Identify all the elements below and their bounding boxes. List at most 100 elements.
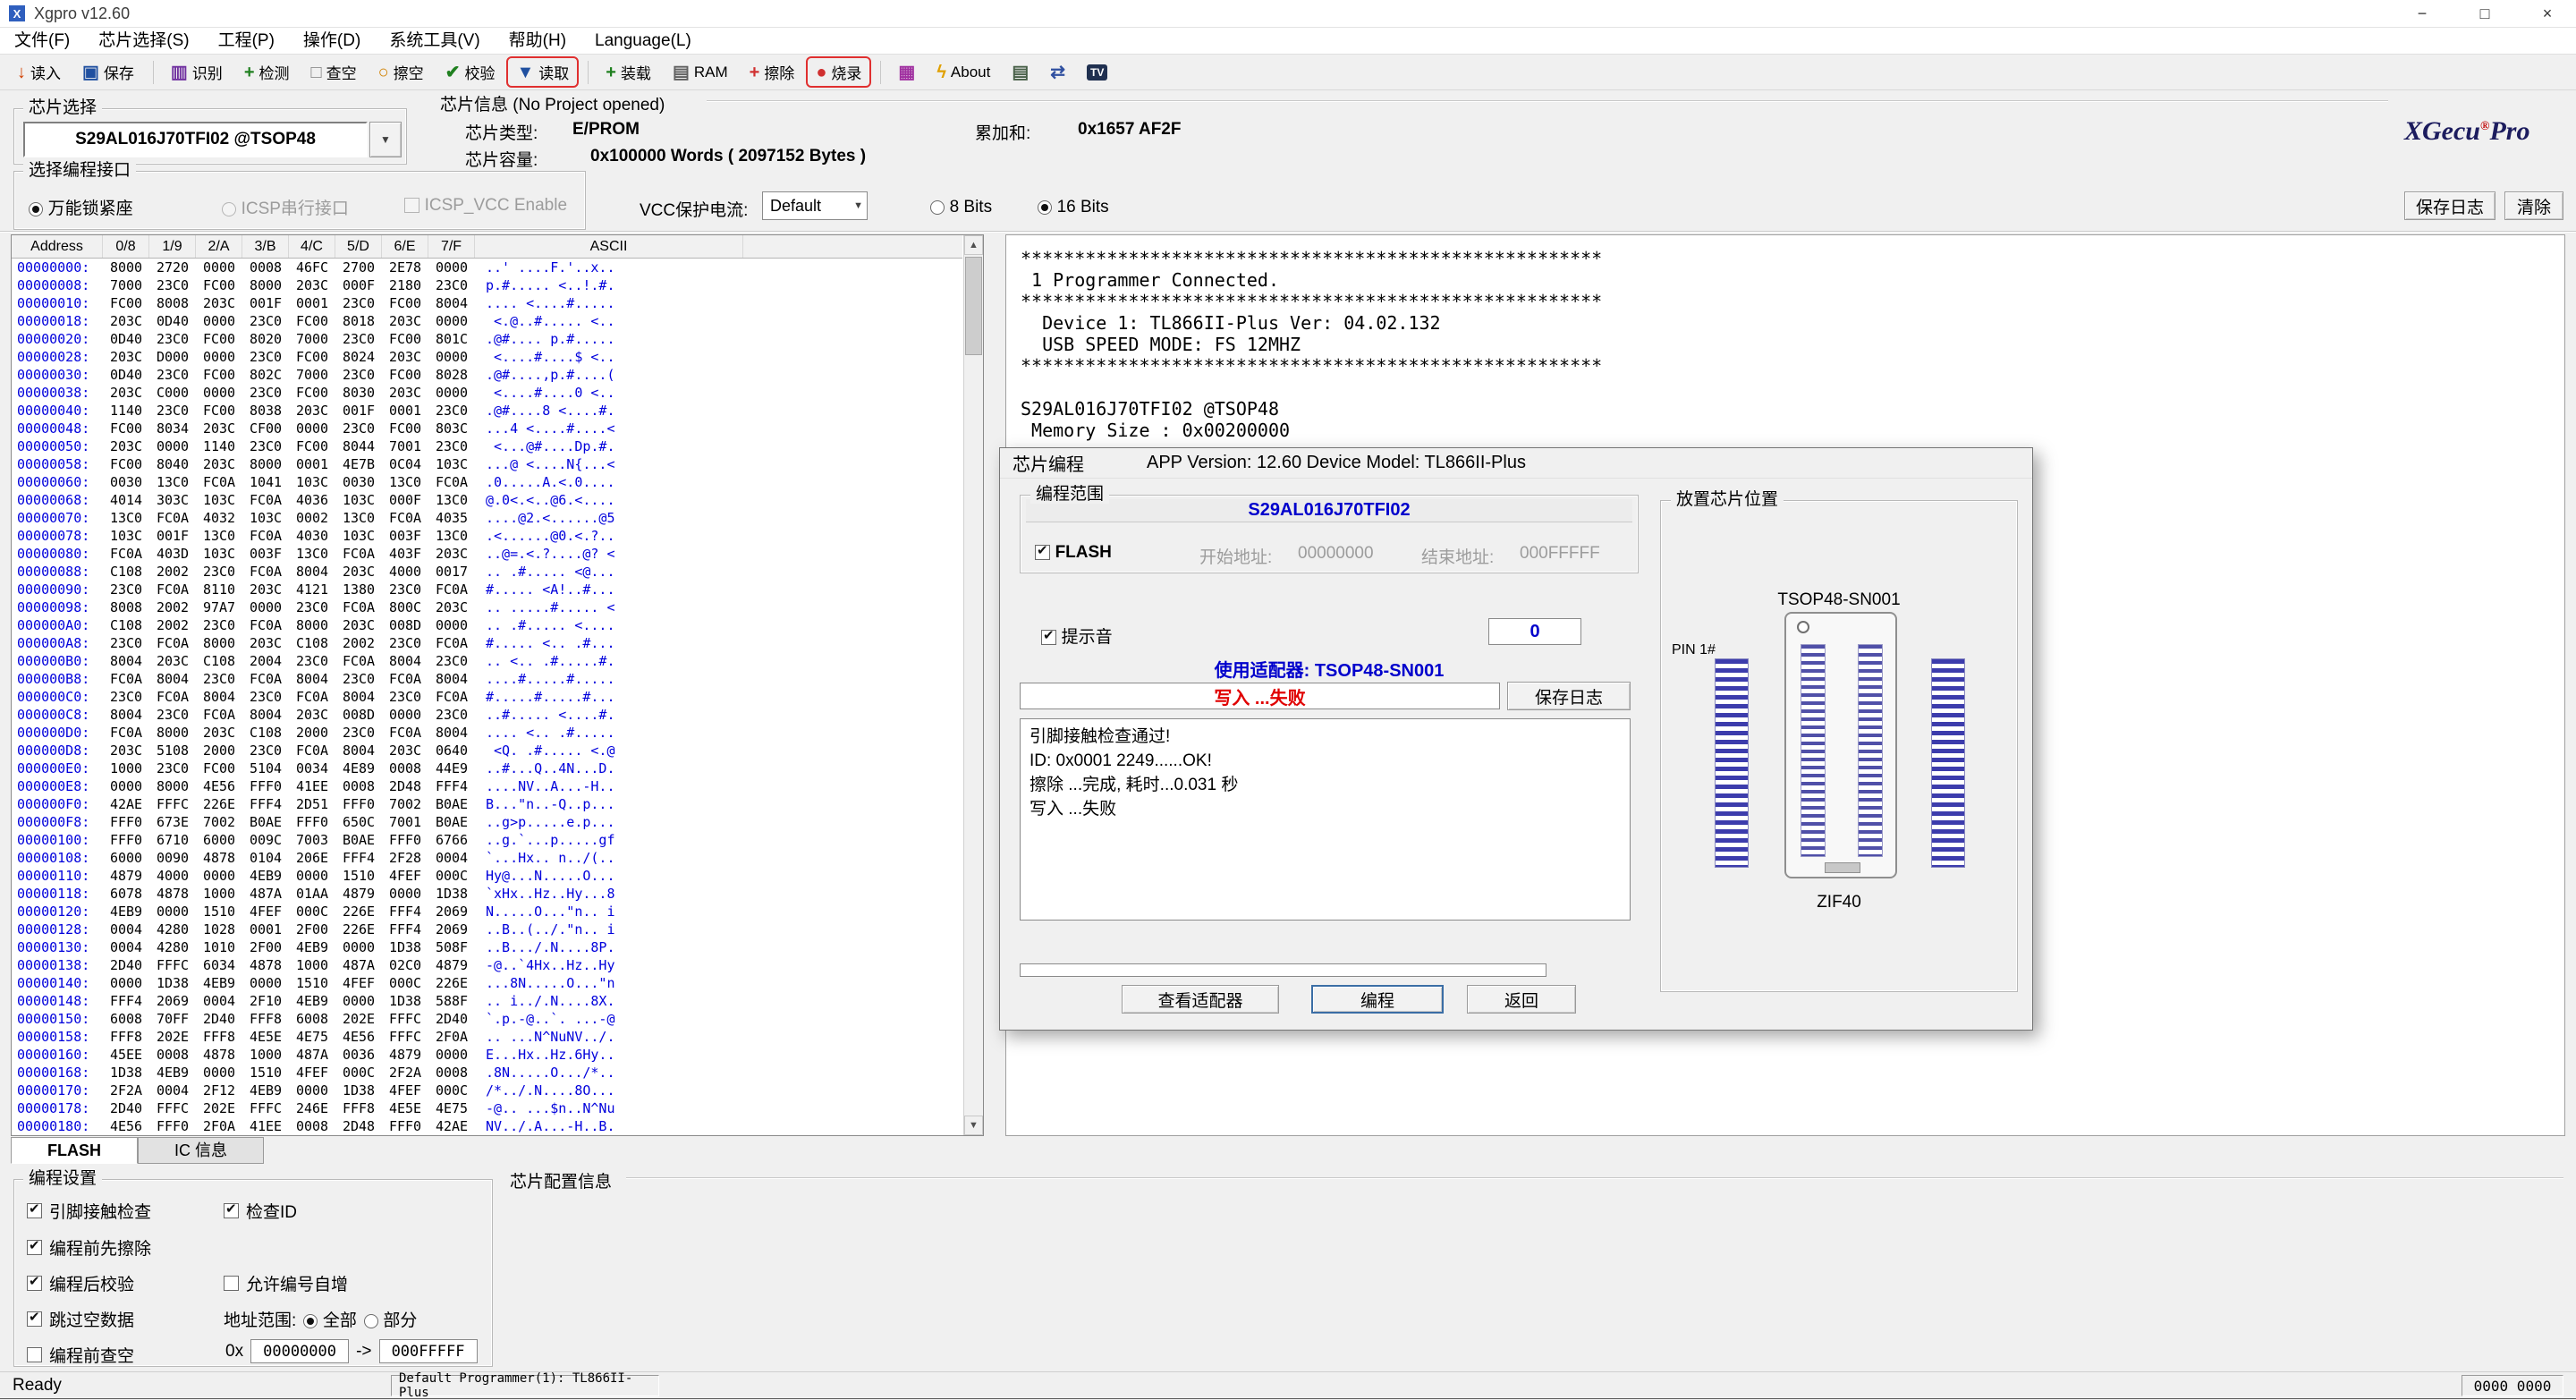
hex-cell[interactable]: 23C0 <box>242 742 289 759</box>
menu-item-chip-select[interactable]: 芯片选择(S) <box>84 28 203 55</box>
hex-cell[interactable]: FFF0 <box>103 813 149 831</box>
hex-cell[interactable]: 0000 <box>196 259 242 276</box>
hex-cell[interactable]: 1510 <box>242 1064 289 1082</box>
hex-cell[interactable]: 6008 <box>289 1010 335 1028</box>
hex-cell[interactable]: FFF0 <box>335 795 382 813</box>
hex-cell[interactable]: 0000 <box>428 348 475 366</box>
hex-cell[interactable]: 2D40 <box>196 1010 242 1028</box>
hex-cell[interactable]: 0004 <box>149 1082 196 1099</box>
hex-cell[interactable]: 8110 <box>196 581 242 598</box>
hex-cell[interactable]: 4879 <box>428 956 475 974</box>
hex-cell[interactable]: 0036 <box>335 1046 382 1064</box>
hex-cell[interactable]: FC0A <box>428 688 475 706</box>
hex-cell[interactable]: 203C <box>242 634 289 652</box>
hex-cell[interactable]: 23C0 <box>428 437 475 455</box>
hex-cell[interactable]: 0000 <box>103 777 149 795</box>
hex-cell[interactable]: 000C <box>335 1064 382 1082</box>
hex-cell[interactable]: FC0A <box>242 563 289 581</box>
hex-cell[interactable]: 45EE <box>103 1046 149 1064</box>
menu-item-file[interactable]: 文件(F) <box>0 28 84 55</box>
hex-cell[interactable]: 203C <box>289 276 335 294</box>
hex-cell[interactable]: 7001 <box>382 813 428 831</box>
hex-cell[interactable]: 2720 <box>149 259 196 276</box>
hex-cell[interactable]: FFF0 <box>382 831 428 849</box>
toolbar-ram-button[interactable]: ▤RAM <box>663 58 738 87</box>
hex-cell[interactable]: 1028 <box>196 921 242 938</box>
hex-cell[interactable]: 4FEF <box>242 903 289 921</box>
hex-cell[interactable]: 13C0 <box>335 509 382 527</box>
hex-cell[interactable]: 4E89 <box>335 759 382 777</box>
hex-cell[interactable]: 103C <box>428 455 475 473</box>
hex-cell[interactable]: 0000 <box>103 974 149 992</box>
toolbar-load-button[interactable]: +装载 <box>596 56 661 88</box>
hex-cell[interactable]: 2D40 <box>428 1010 475 1028</box>
hex-cell[interactable]: 802C <box>242 366 289 384</box>
hex-cell[interactable]: 202E <box>196 1099 242 1117</box>
hex-cell[interactable]: D000 <box>149 348 196 366</box>
hex-cell[interactable]: FC00 <box>289 348 335 366</box>
hex-cell[interactable]: 41EE <box>289 777 335 795</box>
hex-cell[interactable]: 103C <box>242 509 289 527</box>
hex-cell[interactable]: 000C <box>382 974 428 992</box>
hex-cell[interactable]: 97A7 <box>196 598 242 616</box>
hex-cell[interactable]: B0AE <box>428 795 475 813</box>
hex-cell[interactable]: 303C <box>149 491 196 509</box>
hex-cell[interactable]: 4280 <box>149 921 196 938</box>
hex-cell[interactable]: 226E <box>196 795 242 813</box>
hex-cell[interactable]: 588F <box>428 992 475 1010</box>
beep-checkbox[interactable]: 提示音 <box>1041 624 1113 648</box>
hex-cell[interactable]: 0030 <box>335 473 382 491</box>
hex-cell[interactable]: 203C <box>103 437 149 455</box>
hex-cell[interactable]: 0000 <box>428 616 475 634</box>
tab-flash[interactable]: FLASH <box>11 1137 138 1164</box>
verify-after-checkbox[interactable]: 编程后校验 <box>27 1271 134 1295</box>
hex-cell[interactable]: 0000 <box>289 1082 335 1099</box>
hex-cell[interactable]: 23C0 <box>149 759 196 777</box>
hex-cell[interactable]: 226E <box>335 921 382 938</box>
hex-cell[interactable]: 0008 <box>242 259 289 276</box>
hex-cell[interactable]: 487A <box>242 885 289 903</box>
dialog-title-bar[interactable]: 芯片编程 APP Version: 12.60 Device Model: TL… <box>1000 448 2032 479</box>
hex-cell[interactable]: 1000 <box>289 956 335 974</box>
hex-cell[interactable]: FC00 <box>382 330 428 348</box>
hex-scrollbar[interactable]: ▲ ▼ <box>963 235 983 1135</box>
hex-cell[interactable]: 1000 <box>196 885 242 903</box>
hex-cell[interactable]: FC0A <box>428 473 475 491</box>
hex-cell[interactable]: 2D51 <box>289 795 335 813</box>
hex-cell[interactable]: FFF0 <box>242 777 289 795</box>
hex-cell[interactable]: 23C0 <box>196 563 242 581</box>
hex-cell[interactable]: 23C0 <box>428 402 475 420</box>
hex-cell[interactable]: 7000 <box>289 330 335 348</box>
hex-cell[interactable]: 23C0 <box>149 330 196 348</box>
hex-cell[interactable]: 1D38 <box>103 1064 149 1082</box>
hex-cell[interactable]: 0002 <box>289 509 335 527</box>
hex-cell[interactable]: 23C0 <box>428 706 475 724</box>
hex-cell[interactable]: 23C0 <box>242 348 289 366</box>
icsp-vcc-checkbox[interactable]: ICSP_VCC Enable <box>404 195 567 216</box>
hex-cell[interactable]: 0000 <box>382 706 428 724</box>
hex-cell[interactable]: 01AA <box>289 885 335 903</box>
hex-cell[interactable]: 23C0 <box>382 634 428 652</box>
hex-cell[interactable]: FFF4 <box>242 795 289 813</box>
hex-cell[interactable]: FC0A <box>149 688 196 706</box>
hex-cell[interactable]: FFF4 <box>103 992 149 1010</box>
hex-cell[interactable]: FC00 <box>196 330 242 348</box>
toolbar-program-button[interactable]: ●烧录 <box>806 56 871 88</box>
hex-cell[interactable]: 8008 <box>149 294 196 312</box>
hex-cell[interactable]: 2000 <box>196 742 242 759</box>
hex-cell[interactable]: FFF0 <box>149 1117 196 1135</box>
hex-cell[interactable]: 202E <box>149 1028 196 1046</box>
hex-cell[interactable]: 0000 <box>335 938 382 956</box>
hex-cell[interactable]: 23C0 <box>335 420 382 437</box>
hex-cell[interactable]: 8000 <box>149 724 196 742</box>
hex-cell[interactable]: 0000 <box>428 384 475 402</box>
hex-cell[interactable]: FC0A <box>335 652 382 670</box>
toolbar-pin-test-button[interactable]: +检测 <box>234 56 300 88</box>
erase-before-checkbox[interactable]: 编程前先擦除 <box>27 1235 151 1260</box>
toolbar-erase-button[interactable]: +擦除 <box>740 56 805 88</box>
hex-cell[interactable]: FC00 <box>382 420 428 437</box>
hex-cell[interactable]: FC0A <box>428 581 475 598</box>
hex-cell[interactable]: FFF4 <box>428 777 475 795</box>
hex-cell[interactable]: 23C0 <box>242 384 289 402</box>
hex-cell[interactable]: 0008 <box>428 1064 475 1082</box>
